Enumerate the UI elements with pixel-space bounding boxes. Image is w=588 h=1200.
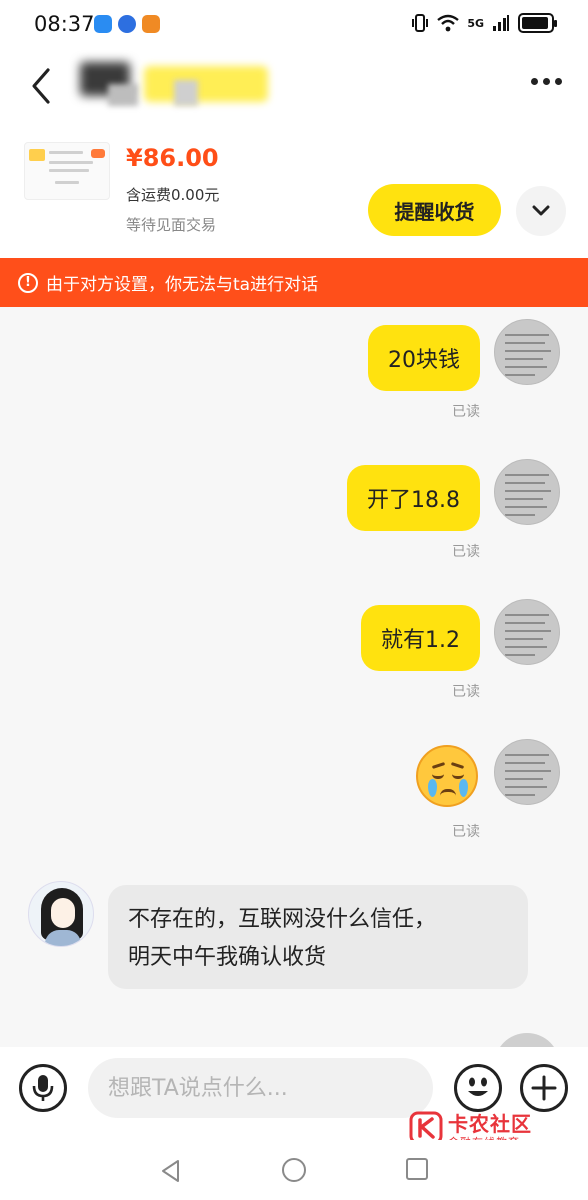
network-type: 5G	[467, 16, 484, 30]
contact-name-redacted	[80, 62, 270, 106]
vibrate-icon	[412, 14, 429, 32]
product-card[interactable]: ¥86.00 含运费0.00元 等待见面交易 提醒收货	[0, 124, 588, 258]
message-line: 明天中午我确认收货	[128, 945, 327, 970]
message-outgoing: 就有1.2 已读	[0, 587, 588, 707]
read-status: 已读	[452, 824, 480, 840]
message-outgoing: 已读	[0, 727, 588, 847]
avatar[interactable]	[494, 739, 560, 805]
message-incoming: 不存在的，互联网没什么信任， 明天中午我确认收货	[0, 879, 588, 999]
message-outgoing: 20块钱 已读	[0, 307, 588, 427]
message-line: 不存在的，互联网没什么信任，	[128, 907, 437, 932]
read-status: 已读	[452, 684, 480, 700]
shipping-fee: 含运费0.00元	[126, 186, 220, 204]
more-button[interactable]	[531, 78, 562, 85]
chevron-down-icon	[532, 205, 550, 216]
read-status: 已读	[452, 404, 480, 420]
avatar[interactable]	[28, 881, 94, 947]
wifi-icon	[437, 14, 460, 32]
product-price: ¥86.00	[126, 144, 219, 172]
status-bar: 08:37 5G	[0, 0, 588, 50]
avatar[interactable]	[494, 599, 560, 665]
system-navigation-bar	[0, 1140, 588, 1200]
avatar[interactable]	[494, 459, 560, 525]
plus-button[interactable]	[520, 1064, 568, 1112]
warning-text: 由于对方设置，你无法与ta进行对话	[46, 275, 319, 295]
chat-app-icon	[94, 15, 112, 33]
chat-restricted-banner: ! 由于对方设置，你无法与ta进行对话	[0, 258, 588, 307]
mail-app-icon	[142, 15, 160, 33]
more-dots-icon	[531, 78, 538, 85]
avatar[interactable]	[494, 319, 560, 385]
nav-recent-apps-icon[interactable]	[406, 1158, 428, 1180]
battery-charging-icon	[518, 13, 557, 33]
plus-icon	[531, 1075, 557, 1101]
smiley-icon	[468, 1077, 488, 1096]
watermark-title: 卡农社区	[448, 1112, 532, 1136]
status-icons: 5G	[411, 13, 557, 33]
message-input[interactable]	[88, 1058, 433, 1118]
emoji-button[interactable]	[454, 1064, 502, 1112]
chat-messages[interactable]: 20块钱 已读 开了18.8 已读 就有1.2 已读 已读 不存在的，互联网没什…	[0, 307, 588, 1047]
alert-circle-icon: !	[18, 272, 38, 293]
crying-face-emoji[interactable]	[416, 745, 478, 807]
message-bubble[interactable]: 就有1.2	[361, 605, 480, 671]
nav-back-icon[interactable]	[158, 1158, 184, 1184]
read-status: 已读	[452, 544, 480, 560]
signal-icon	[493, 15, 509, 31]
message-outgoing: 开了18.8 已读	[0, 447, 588, 567]
back-button[interactable]	[26, 66, 58, 106]
product-thumbnail[interactable]	[24, 142, 110, 200]
message-bubble[interactable]: 20块钱	[368, 325, 480, 391]
avatar	[494, 1033, 560, 1047]
chat-header	[0, 50, 588, 124]
expand-button[interactable]	[516, 186, 566, 236]
microphone-icon	[32, 1075, 54, 1101]
browser-app-icon	[118, 15, 136, 33]
message-bubble[interactable]: 开了18.8	[347, 465, 480, 531]
chevron-left-icon	[32, 68, 50, 104]
nav-home-icon[interactable]	[282, 1158, 306, 1182]
remind-receipt-button[interactable]: 提醒收货	[368, 184, 501, 236]
message-bubble[interactable]: 不存在的，互联网没什么信任， 明天中午我确认收货	[108, 885, 528, 989]
trade-status: 等待见面交易	[126, 216, 217, 234]
status-time: 08:37	[34, 12, 95, 36]
voice-button[interactable]	[19, 1064, 67, 1112]
